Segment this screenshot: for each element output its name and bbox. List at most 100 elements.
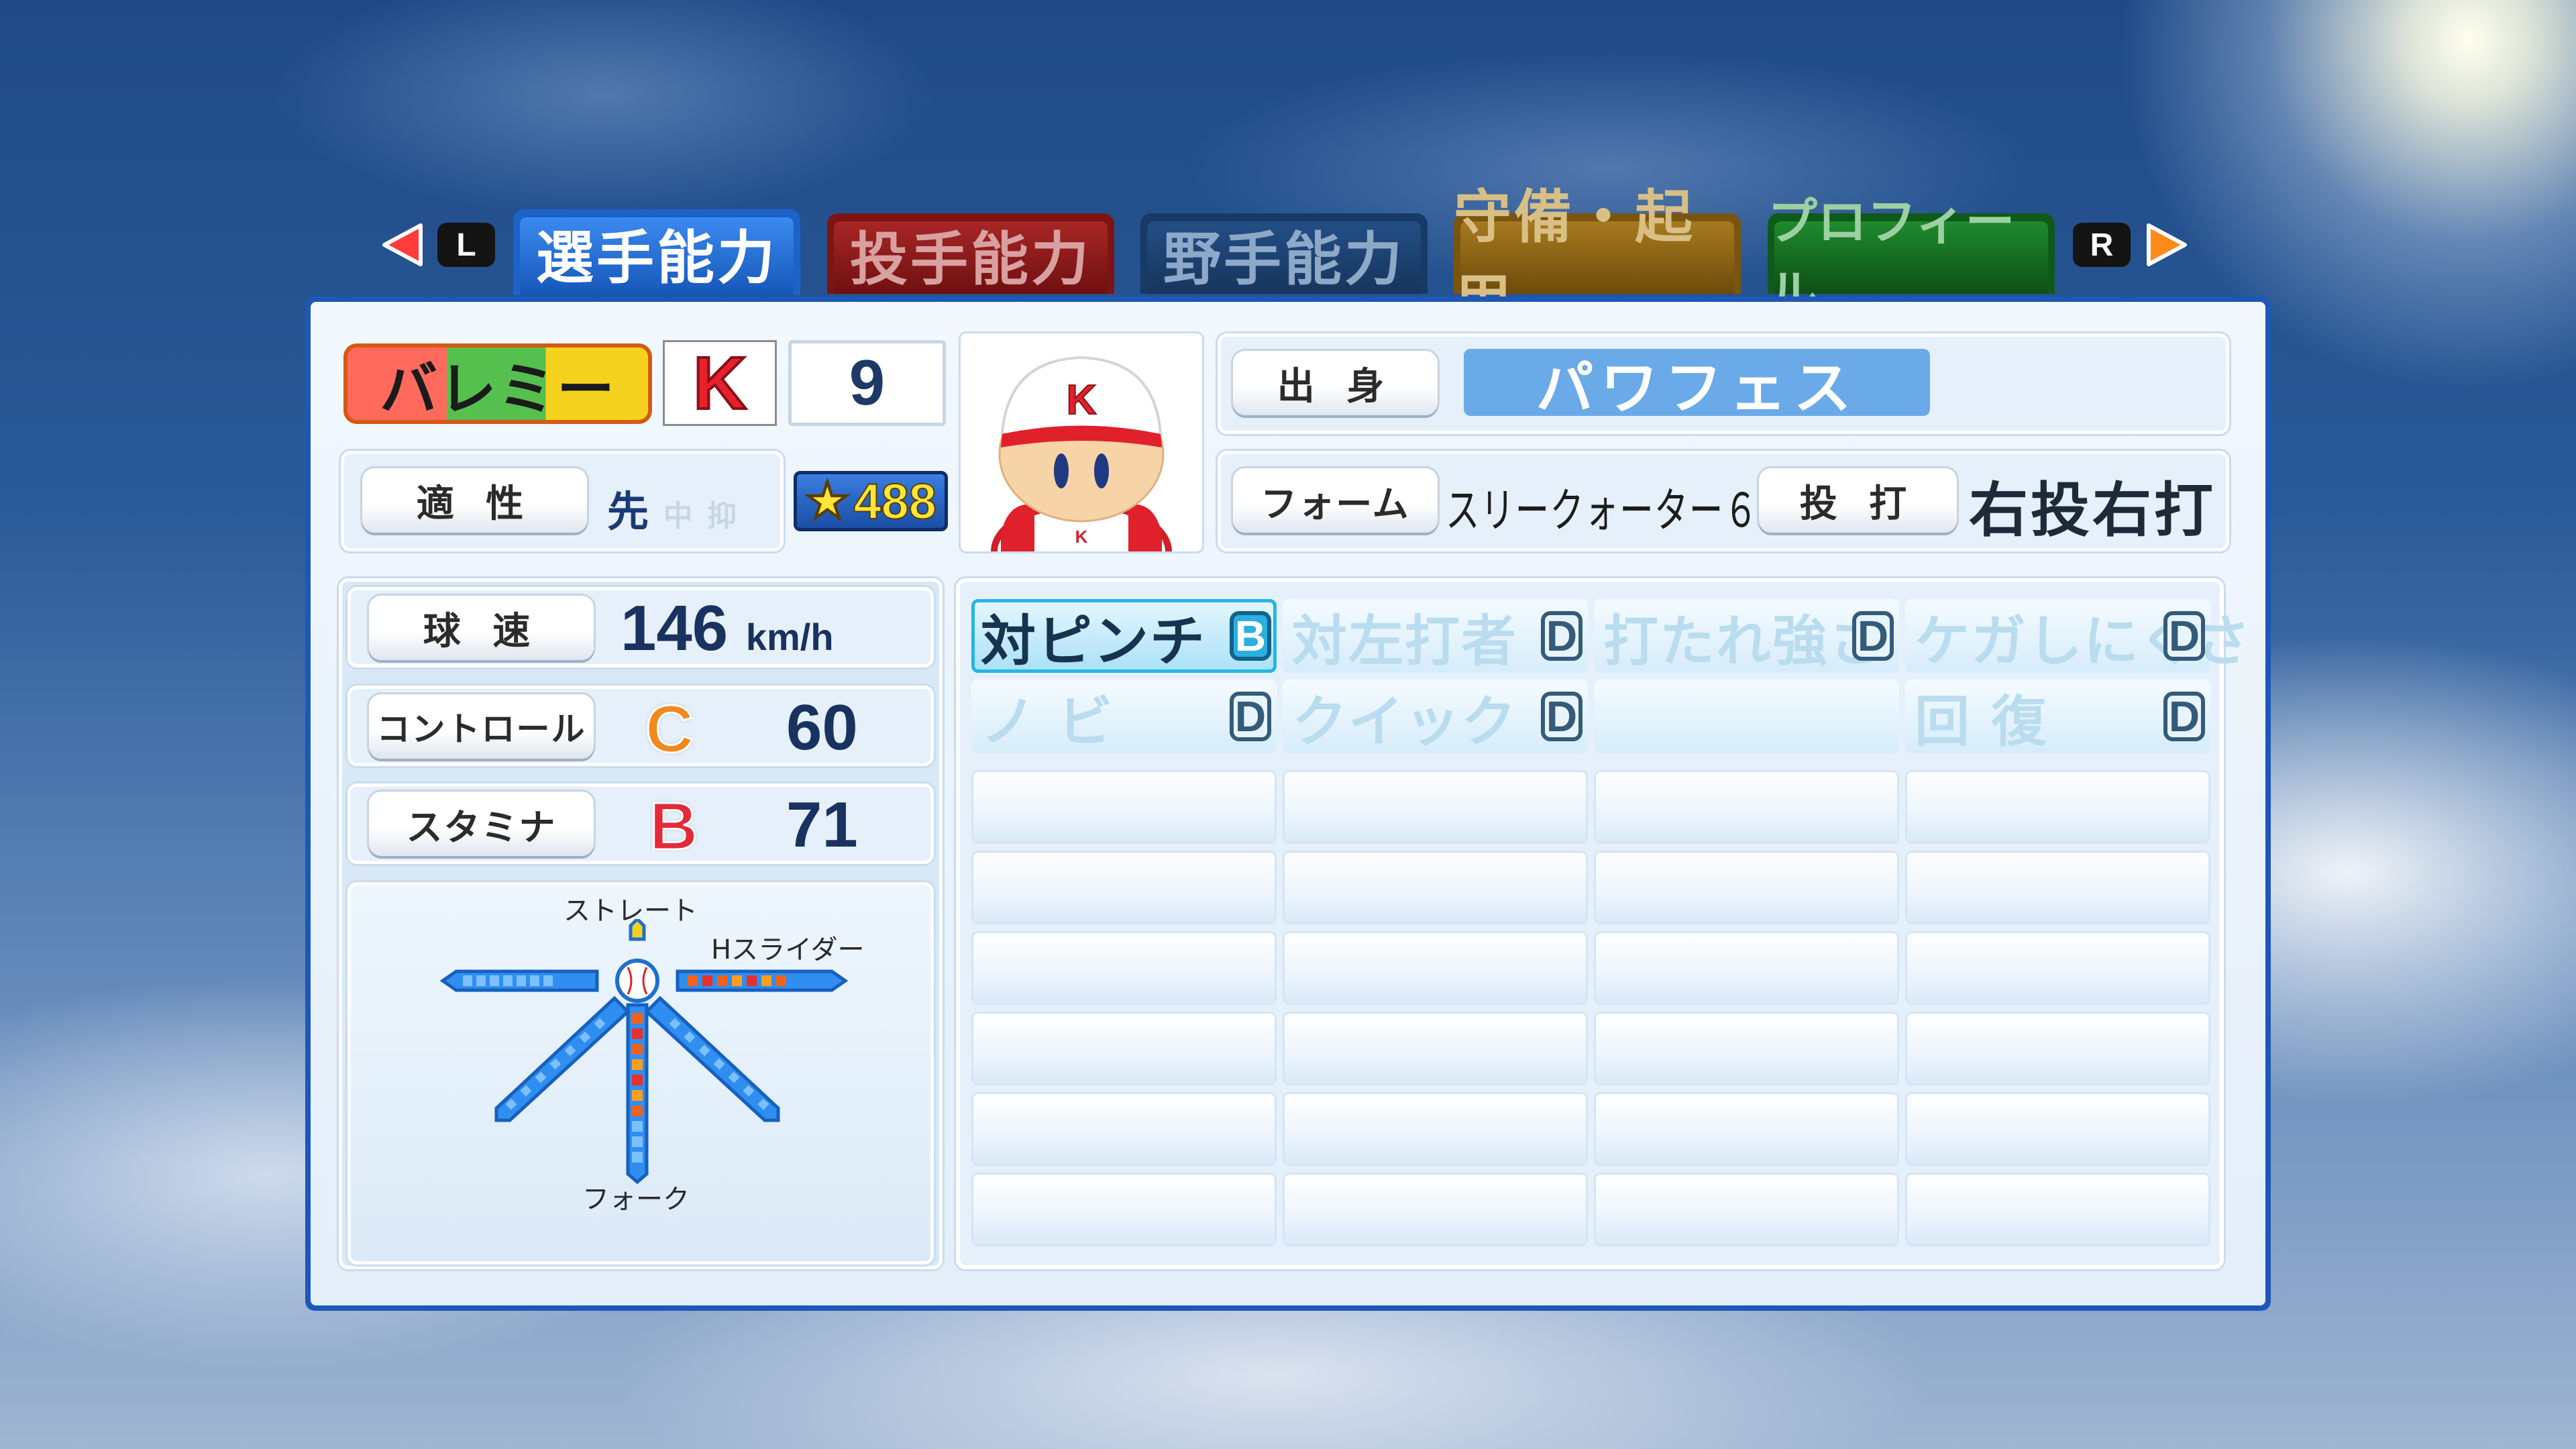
ability-slot[interactable]: 対左打者 D [1283, 599, 1588, 674]
ability-slot-empty[interactable] [1905, 1173, 2210, 1246]
ability-slot[interactable]: 打たれ強さ D [1594, 599, 1899, 674]
ability-slot[interactable]: ノ ビD [971, 680, 1277, 754]
tab-pitcher-ability[interactable]: 投手能力 [827, 213, 1114, 294]
ability-slot-empty[interactable] [1283, 1012, 1588, 1085]
slider-level-cell [717, 975, 727, 986]
ability-slot-empty[interactable] [971, 931, 1277, 1005]
slider-level-cell [702, 975, 712, 986]
ability-slot-empty[interactable] [971, 851, 1277, 924]
fork-level-cell [632, 1059, 643, 1070]
ability-slot-empty[interactable] [1283, 1092, 1588, 1166]
r-button-icon[interactable]: R [2073, 223, 2131, 267]
ability-slot[interactable]: 対ピンチ B [971, 599, 1277, 674]
slider-level-cell [732, 975, 742, 986]
form-label: フォーム [1233, 468, 1438, 533]
ability-slot[interactable]: 回 復D [1905, 680, 2210, 754]
slider-level-cell [688, 975, 698, 986]
ability-slot-empty[interactable] [1594, 1092, 1899, 1166]
ability-grade: D [1852, 611, 1894, 661]
ability-slot-empty[interactable] [971, 1173, 1277, 1246]
fork-level-cell [632, 1028, 643, 1039]
ability-slot-empty[interactable] [1594, 851, 1899, 924]
left-arm-cells [463, 975, 553, 986]
control-label: コントロール [369, 694, 594, 759]
slider-level-cells [688, 975, 786, 986]
tab-fielder-ability[interactable]: 野手能力 [1140, 213, 1428, 294]
form-value: スリークォーター６０ [1446, 483, 1794, 538]
fork-level-cell [632, 1152, 643, 1163]
star-icon: ★ [804, 472, 850, 529]
ability-slot-empty[interactable] [1594, 770, 1899, 844]
ability-slot-empty[interactable] [1283, 931, 1588, 1005]
fork-level-cell [632, 1013, 643, 1024]
tab-profile[interactable]: プロフィール [1768, 193, 2055, 323]
tab-player-ability[interactable]: 選手能力 [513, 209, 800, 295]
ability-name: 回 復 [1915, 690, 2048, 754]
ability-grade: D [2163, 692, 2205, 741]
control-grade: C [644, 691, 694, 768]
fork-level-cell [632, 1044, 643, 1055]
left-arrow-icon[interactable] [379, 221, 426, 268]
team-logo: K [663, 340, 777, 426]
aptitude-middle: 中 [663, 499, 693, 533]
stamina-value: 71 [786, 789, 858, 861]
pawapuro-avatar-icon: K K [991, 356, 1172, 551]
fork-level-cell [632, 1121, 643, 1132]
stamina-grade: B [648, 788, 698, 865]
ability-slot-empty[interactable] [1905, 770, 2210, 844]
ability-slot-empty[interactable] [1283, 1173, 1588, 1246]
stamina-label: スタミナ [369, 792, 594, 856]
right-arrow-icon[interactable] [2143, 221, 2190, 268]
speed-label: 球 速 [369, 596, 594, 660]
ability-name: 対ピンチ [981, 609, 1207, 674]
star-rating-value: 488 [853, 473, 936, 530]
speed-value: 146 km/h [621, 592, 834, 664]
aptitude-values: 先 中 抑 [607, 478, 737, 538]
ability-name: 対左打者 [1292, 609, 1518, 674]
speed-unit: km/h [745, 616, 834, 658]
fork-level-cell [632, 1136, 643, 1147]
slider-level-cell [776, 975, 786, 986]
ability-slot-empty[interactable] [1283, 851, 1588, 924]
slider-level-cell [747, 975, 757, 986]
pitch-chart [439, 919, 849, 1185]
ability-slot-empty[interactable] [1594, 680, 1899, 753]
player-name: バレミー [343, 343, 652, 424]
ability-slot-empty[interactable] [1594, 1012, 1899, 1085]
origin-label: 出 身 [1233, 351, 1438, 415]
tab-defense-usage[interactable]: 守備・起用 [1454, 184, 1741, 335]
aptitude-closer: 抑 [707, 499, 737, 533]
ability-grade: D [1541, 611, 1582, 661]
ability-slot[interactable]: ケガしにくさ D [1905, 599, 2250, 674]
fork-level-cell [632, 1090, 643, 1101]
origin-value: パワフェス [1464, 349, 1930, 422]
svg-text:K: K [1067, 377, 1097, 423]
ability-slot[interactable]: クイック D [1283, 680, 1588, 754]
l-button-icon[interactable]: L [437, 223, 495, 267]
ability-slot-empty[interactable] [1905, 851, 2210, 924]
player-portrait: K K [961, 333, 1202, 551]
ability-name: ノ ビ [981, 690, 1114, 754]
ability-slot-empty[interactable] [971, 770, 1277, 844]
aptitude-label: 適 性 [362, 468, 587, 533]
ability-slot-empty[interactable] [1594, 931, 1899, 1005]
ability-slot-empty[interactable] [1594, 1173, 1899, 1246]
ability-grade: B [1230, 611, 1271, 661]
star-rating-badge: ★ 488 [794, 471, 948, 531]
fork-level-cell [632, 1106, 643, 1116]
hand-label: 投 打 [1759, 468, 1957, 533]
control-value: 60 [786, 692, 858, 763]
ability-slot-empty[interactable] [1905, 1092, 2210, 1166]
ability-grade: D [2163, 611, 2205, 661]
fork-level-cell [632, 1075, 643, 1085]
ability-grade: D [1541, 692, 1582, 741]
ability-slot-empty[interactable] [1283, 770, 1588, 844]
ability-name: 打たれ強さ [1603, 609, 1886, 674]
slider-level-cell [761, 975, 771, 986]
ability-slot-empty[interactable] [971, 1092, 1277, 1166]
ability-slot-empty[interactable] [1905, 931, 2210, 1005]
ability-slot-empty[interactable] [971, 1012, 1277, 1085]
ability-slot-empty[interactable] [1905, 1012, 2210, 1085]
hand-value: 右投右打 [1969, 476, 2216, 545]
svg-text:K: K [1075, 527, 1088, 547]
